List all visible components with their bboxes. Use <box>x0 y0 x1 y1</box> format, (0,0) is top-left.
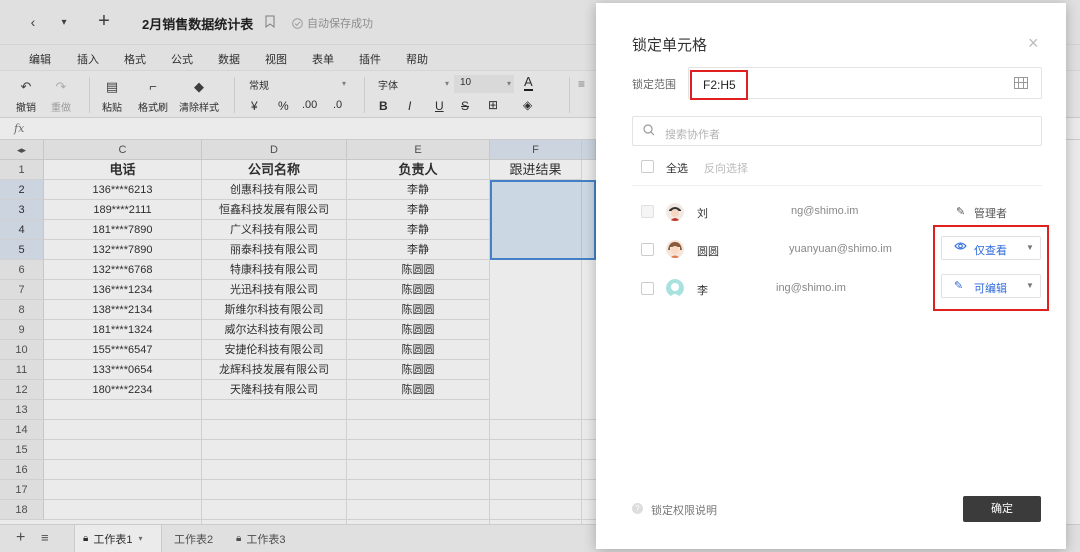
select-range-icon[interactable] <box>1014 77 1028 89</box>
user-name: 刘 <box>697 208 708 220</box>
close-icon[interactable]: × <box>1028 33 1039 54</box>
select-all-label[interactable]: 全选 <box>666 160 688 176</box>
permission-label: 仅查看 <box>974 245 1007 257</box>
chevron-down-icon: ▼ <box>1026 243 1034 252</box>
user-email: ing@shimo.im <box>776 282 846 294</box>
avatar <box>666 240 684 258</box>
question-icon[interactable]: ? <box>632 503 643 514</box>
search-icon <box>643 124 655 139</box>
avatar <box>666 279 684 297</box>
pencil-icon: ✎ <box>954 280 964 292</box>
spreadsheet-app: ‹ ▾ + 2月销售数据统计表 自动保存成功 编辑 插入 格式 公式 数据 视图… <box>0 0 1080 552</box>
user-name: 李 <box>697 285 708 297</box>
invert-selection-button[interactable]: 反向选择 <box>704 160 748 176</box>
chevron-down-icon: ▼ <box>1026 281 1034 290</box>
permission-label: 可编辑 <box>974 283 1007 295</box>
range-value[interactable]: F2:H5 <box>690 70 748 100</box>
user-email: ng@shimo.im <box>791 205 859 217</box>
lock-cells-dialog: 锁定单元格 × 锁定范围 F2:H5 搜索协作者 全选 反向选择 刘 ng@sh… <box>596 3 1066 549</box>
user-role: 管理者 <box>974 208 1007 220</box>
user-name: 圆圆 <box>697 246 719 258</box>
range-label: 锁定范围 <box>632 79 676 91</box>
eye-icon <box>954 241 967 254</box>
select-all-checkbox[interactable] <box>641 160 654 173</box>
divider <box>632 185 1042 186</box>
collaborator-search-input[interactable]: 搜索协作者 <box>632 116 1042 146</box>
dialog-title: 锁定单元格 <box>632 37 708 54</box>
permission-edit-dropdown[interactable]: ✎ 可编辑 ▼ <box>941 274 1041 298</box>
user-checkbox[interactable] <box>641 243 654 256</box>
user-checkbox[interactable] <box>641 282 654 295</box>
search-placeholder: 搜索协作者 <box>665 129 720 141</box>
confirm-button[interactable]: 确定 <box>963 496 1041 522</box>
lock-permission-help-link[interactable]: 锁定权限说明 <box>651 502 717 518</box>
user-checkbox <box>641 205 654 218</box>
pencil-icon: ✎ <box>956 206 966 218</box>
avatar <box>666 203 684 221</box>
permission-view-only-dropdown[interactable]: 仅查看 ▼ <box>941 236 1041 260</box>
user-email: yuanyuan@shimo.im <box>789 243 892 255</box>
